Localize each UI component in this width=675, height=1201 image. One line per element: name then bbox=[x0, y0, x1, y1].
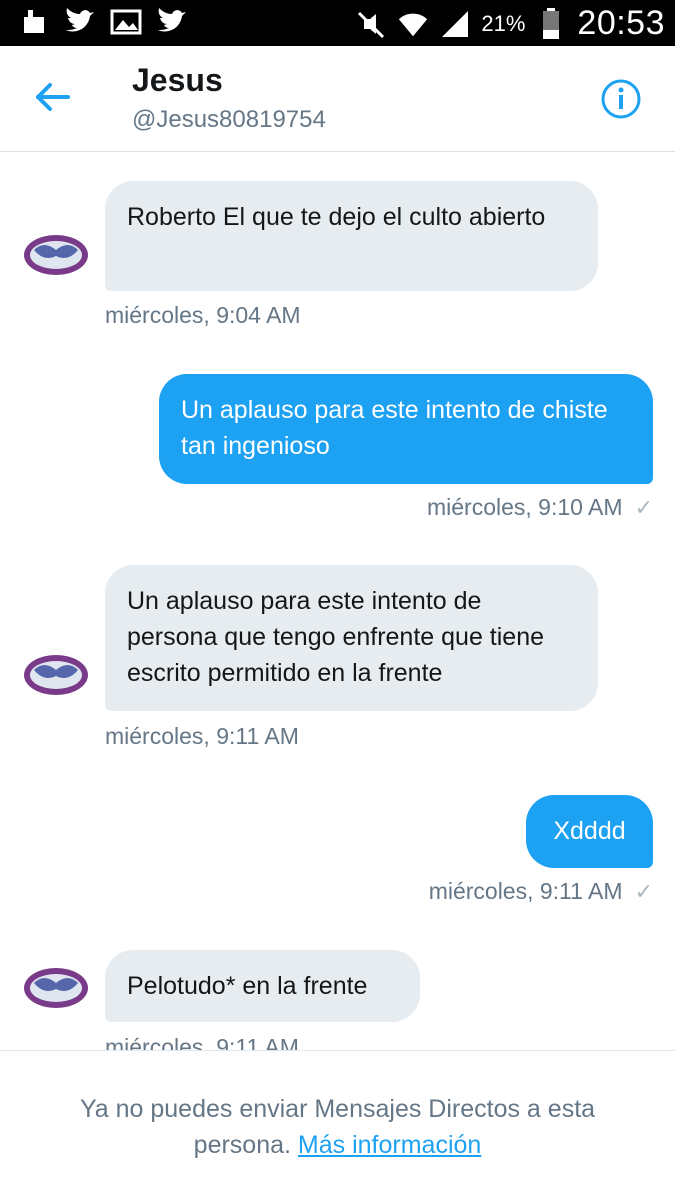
wifi-icon bbox=[397, 8, 429, 40]
check-icon: ✓ bbox=[634, 878, 653, 904]
twitter-bird-icon bbox=[156, 6, 188, 38]
avatar[interactable] bbox=[22, 652, 90, 698]
message-timestamp-row: miércoles, 9:11 AM ✓ bbox=[429, 878, 653, 905]
message-bubble-received[interactable]: Roberto El que te dejo el culto abierto bbox=[105, 181, 598, 291]
image-icon bbox=[110, 6, 142, 38]
message-bubble-sent[interactable]: Xdddd bbox=[526, 795, 653, 868]
message-timestamp: miércoles, 9:11 AM bbox=[105, 1034, 299, 1050]
notice-text-container: Ya no puedes enviar Mensajes Directos a … bbox=[40, 1091, 635, 1163]
dm-disabled-notice: Ya no puedes enviar Mensajes Directos a … bbox=[0, 1050, 675, 1201]
status-bar: 21% 20:53 bbox=[0, 0, 675, 46]
mute-icon bbox=[355, 8, 387, 40]
system-indicators: 21% 20:53 bbox=[355, 4, 665, 43]
message-timestamp: miércoles, 9:11 AM bbox=[105, 723, 299, 749]
twitter-bird-icon bbox=[64, 6, 96, 38]
avatar[interactable] bbox=[22, 965, 90, 1011]
message-bubble-received[interactable]: Un aplauso para este intento de persona … bbox=[105, 565, 598, 711]
paint-bucket-icon bbox=[18, 6, 50, 38]
message-timestamp: miércoles, 9:10 AM bbox=[426, 494, 623, 520]
check-icon: ✓ bbox=[634, 494, 653, 520]
contact-handle: @Jesus80819754 bbox=[132, 106, 326, 133]
more-info-link[interactable]: Más información bbox=[298, 1131, 481, 1159]
battery-percent: 21% bbox=[481, 10, 526, 36]
message-timestamp: miércoles, 9:04 AM bbox=[105, 302, 301, 328]
conversation-header: Jesus @Jesus80819754 bbox=[0, 46, 675, 152]
message-bubble-received[interactable]: Pelotudo* en la frente bbox=[105, 950, 420, 1022]
message-timestamp: miércoles, 9:11 AM bbox=[428, 878, 623, 904]
battery-icon bbox=[535, 7, 567, 40]
avatar[interactable] bbox=[22, 232, 90, 278]
message-bubble-sent[interactable]: Un aplauso para este intento de chiste t… bbox=[159, 374, 653, 484]
signal-icon bbox=[439, 8, 471, 40]
message-timestamp-row: miércoles, 9:10 AM ✓ bbox=[427, 494, 653, 521]
clock: 20:53 bbox=[577, 4, 665, 42]
contact-name: Jesus bbox=[132, 62, 223, 98]
notification-icons bbox=[18, 6, 188, 38]
message-thread[interactable]: Roberto El que te dejo el culto abierto … bbox=[0, 152, 675, 1050]
back-arrow-icon[interactable] bbox=[34, 82, 74, 112]
info-icon[interactable] bbox=[600, 78, 642, 120]
